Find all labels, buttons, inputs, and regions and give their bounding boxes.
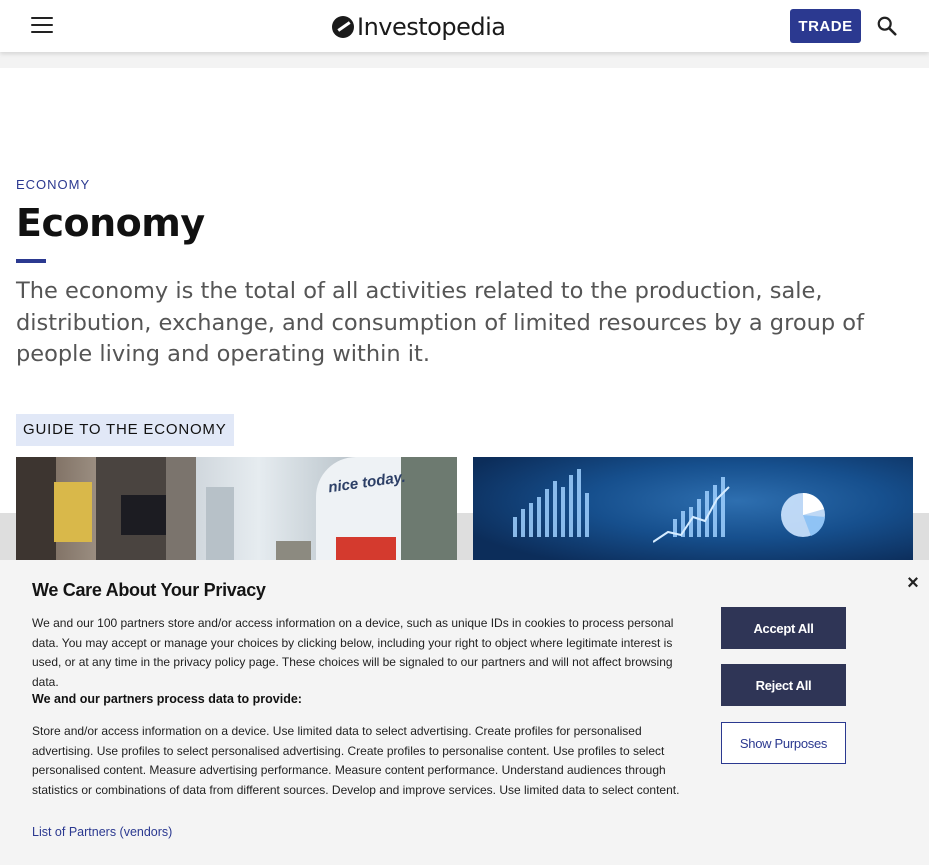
page-description: The economy is the total of all activiti…	[16, 278, 864, 367]
privacy-banner: We Care About Your Privacy We and our 10…	[0, 560, 929, 865]
title-divider	[16, 259, 46, 263]
privacy-subhead: We and our partners process data to prov…	[32, 692, 302, 706]
hamburger-menu-icon[interactable]	[31, 17, 53, 35]
reject-all-button[interactable]: Reject All	[721, 664, 846, 706]
page-title: Economy	[16, 201, 205, 245]
ad-placeholder	[0, 52, 929, 68]
privacy-body: We and our 100 partners store and/or acc…	[32, 616, 674, 689]
search-icon[interactable]	[876, 15, 898, 37]
line-graph-graphic	[653, 486, 730, 543]
site-logo[interactable]: Investopedia	[332, 12, 506, 42]
privacy-purposes: Store and/or access information on a dev…	[32, 724, 680, 797]
investopedia-logo-icon	[332, 16, 354, 38]
site-header: Investopedia TRADE	[0, 0, 929, 52]
section-label-guide: GUIDE TO THE ECONOMY	[16, 414, 234, 446]
breadcrumb-economy[interactable]: ECONOMY	[16, 177, 90, 192]
logo-text: Investopedia	[357, 13, 506, 41]
accept-all-button[interactable]: Accept All	[721, 607, 846, 649]
privacy-title: We Care About Your Privacy	[32, 580, 266, 600]
pie-chart-graphic	[781, 493, 825, 537]
trade-button[interactable]: TRADE	[790, 9, 861, 43]
partners-link[interactable]: List of Partners (vendors)	[32, 825, 172, 839]
card-image-financial-chart[interactable]	[473, 457, 913, 567]
show-purposes-button[interactable]: Show Purposes	[721, 722, 846, 764]
card-image-city-street[interactable]: nice today.	[16, 457, 457, 567]
close-icon[interactable]: ×	[904, 573, 922, 593]
